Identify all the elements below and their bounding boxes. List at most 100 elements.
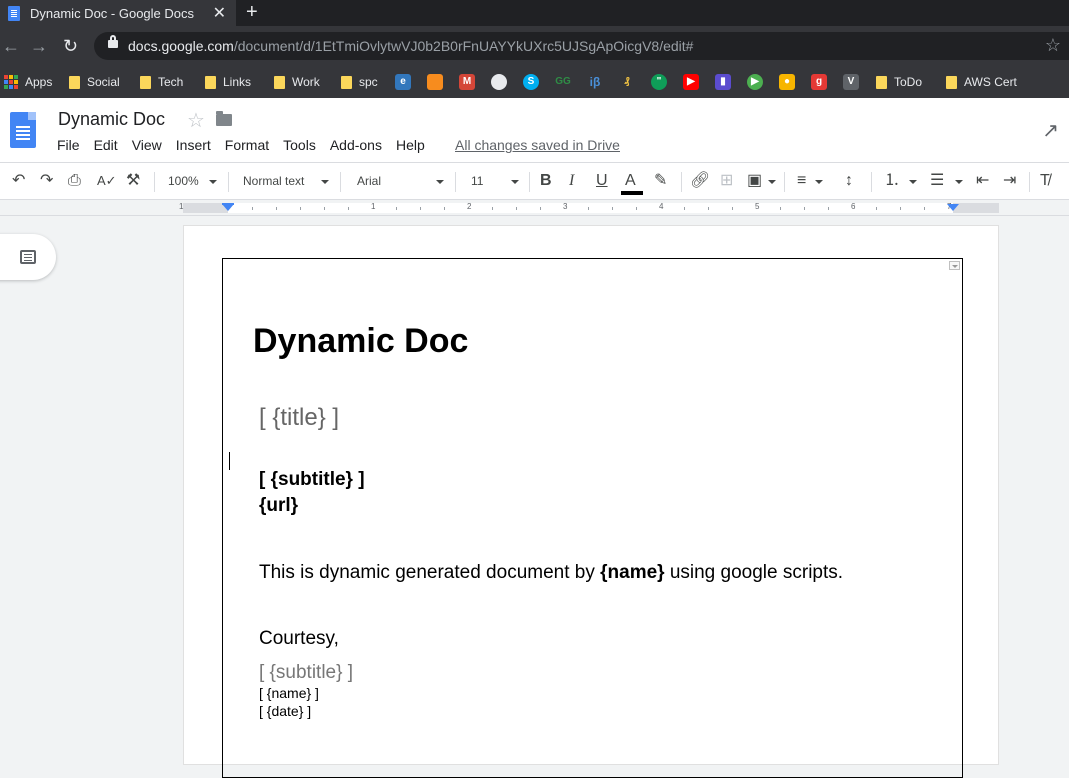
insert-image-icon[interactable]: ▣ [747,171,762,191]
paint-format-icon[interactable]: ⚒ [126,171,140,191]
horizontal-ruler[interactable]: 1 1 2 3 4 5 6 7 [0,200,1069,216]
numbered-list-icon[interactable]: ⒈ [884,171,900,191]
move-folder-icon[interactable] [216,111,232,126]
lock-icon[interactable] [108,35,118,48]
bookmark-folder-work[interactable]: Work [274,73,320,91]
font-size-select[interactable]: 11 [471,174,483,188]
play-icon[interactable]: ▶ [747,74,763,90]
ib-icon[interactable]: iβ [587,74,603,90]
url-placeholder[interactable]: {url} [259,495,298,517]
redo-icon[interactable]: ↷ [40,171,53,191]
coin-icon[interactable]: ₰ [619,74,635,90]
bookmark-folder-tech[interactable]: Tech [140,73,183,91]
menu-help[interactable]: Help [396,137,425,153]
url-text[interactable]: docs.google.com/document/d/1EtTmiOvlytwV… [128,38,693,54]
document-heading[interactable]: Dynamic Doc [253,322,468,361]
print-icon[interactable]: ⎙ [68,171,81,191]
star-document-icon[interactable]: ☆ [187,108,205,133]
italic-icon[interactable]: I [569,171,574,191]
bookmark-star-icon[interactable]: ☆ [1045,35,1061,56]
browser-tab[interactable]: Dynamic Doc - Google Docs ✕ [0,0,236,26]
geeks-icon[interactable]: GG [555,74,571,90]
menu-insert[interactable]: Insert [176,137,211,153]
bookmark-folder-social[interactable]: Social [69,73,120,91]
bookmark-apps[interactable]: Apps [4,73,52,91]
courtesy-line[interactable]: Courtesy, [259,628,339,650]
insert-link-icon[interactable]: 🔗︎ [690,171,710,191]
signature-date[interactable]: [ {date} ] [259,703,311,719]
menu-view[interactable]: View [132,137,162,153]
menu-format[interactable]: Format [225,137,269,153]
stats-icon[interactable]: ▮ [715,74,731,90]
close-tab-icon[interactable]: ✕ [213,3,226,23]
box-icon[interactable] [427,74,443,90]
folder-icon [876,75,887,89]
edge-icon[interactable]: e [395,74,411,90]
undo-icon[interactable]: ↶ [12,171,25,191]
bookmark-folder-aws-cert[interactable]: AWS Cert [946,73,1017,91]
image-caret-icon[interactable] [768,180,776,184]
bookmark-folder-links[interactable]: Links [205,73,251,91]
bulleted-list-icon[interactable]: ☰ [930,171,944,191]
menu-tools[interactable]: Tools [283,137,316,153]
ruler-number: 1 [371,202,376,211]
text-color-icon[interactable]: A [625,171,636,191]
size-caret-icon[interactable] [511,180,519,184]
save-status-link[interactable]: All changes saved in Drive [455,137,620,153]
spellcheck-icon[interactable]: A✓ [97,171,117,191]
forward-arrow-icon[interactable]: → [30,36,48,56]
left-indent-marker-icon[interactable] [222,204,234,211]
menu-file[interactable]: File [57,137,80,153]
document-page[interactable]: Dynamic Doc [ {title} ] [ {subtitle} ] {… [183,225,999,778]
decrease-indent-icon[interactable]: ⇤ [976,171,989,191]
bookmark-folder-spc[interactable]: spc [341,73,378,91]
keep-icon[interactable]: ● [779,74,795,90]
google-docs-logo-icon[interactable] [10,112,36,148]
cell-menu-icon[interactable] [949,261,960,270]
new-tab-button[interactable]: + [246,0,258,26]
address-bar[interactable]: docs.google.com/document/d/1EtTmiOvlytwV… [94,32,1069,60]
body-paragraph[interactable]: This is dynamic generated document by {n… [259,562,843,584]
subtitle-placeholder[interactable]: [ {subtitle} ] [259,469,365,491]
right-indent-marker-icon[interactable] [947,204,959,211]
font-caret-icon[interactable] [436,180,444,184]
document-outline-button[interactable] [0,234,56,280]
bold-icon[interactable]: B [540,171,552,191]
reload-icon[interactable]: ↻ [63,36,78,56]
numbered-list-caret-icon[interactable] [909,180,917,184]
vs-icon[interactable]: V [843,74,859,90]
github-icon[interactable] [491,74,507,90]
zoom-caret-icon[interactable] [209,180,217,184]
bookmark-folder-todo[interactable]: ToDo [876,73,922,91]
gmail-icon[interactable]: M [459,74,475,90]
menu-edit[interactable]: Edit [94,137,118,153]
line-spacing-icon[interactable]: ↕ [845,171,853,191]
increase-indent-icon[interactable]: ⇥ [1003,171,1016,191]
font-select[interactable]: Arial [357,174,381,188]
document-title-input[interactable]: Dynamic Doc [58,109,165,130]
activity-dashboard-icon[interactable]: ↗ [1042,118,1059,143]
g-icon[interactable]: g [811,74,827,90]
hangouts-icon[interactable]: " [651,74,667,90]
align-left-icon[interactable]: ≡ [797,171,806,191]
browser-navigation-bar: ← → ↻ docs.google.com/document/d/1EtTmiO… [0,26,1069,66]
ruler-tick [516,207,517,210]
title-placeholder[interactable]: [ {title} ] [259,404,339,432]
bookmark-label: AWS Cert [964,75,1017,89]
back-arrow-icon[interactable]: ← [2,36,20,56]
signature-subtitle[interactable]: [ {subtitle} ] [259,662,353,684]
bulleted-list-caret-icon[interactable] [955,180,963,184]
youtube-icon[interactable]: ▶ [683,74,699,90]
zoom-select[interactable]: 100% [168,174,199,188]
insert-comment-icon[interactable]: ⊞ [720,171,733,191]
skype-icon[interactable]: S [523,74,539,90]
style-caret-icon[interactable] [321,180,329,184]
clear-formatting-icon[interactable]: T̸ [1040,171,1050,191]
ruler-number: 5 [755,202,760,211]
paragraph-style-select[interactable]: Normal text [243,174,304,188]
menu-add-ons[interactable]: Add-ons [330,137,382,153]
align-caret-icon[interactable] [815,180,823,184]
underline-icon[interactable]: U [596,171,608,191]
signature-name[interactable]: [ {name} ] [259,685,319,701]
highlight-color-icon[interactable]: ✎ [654,171,667,191]
